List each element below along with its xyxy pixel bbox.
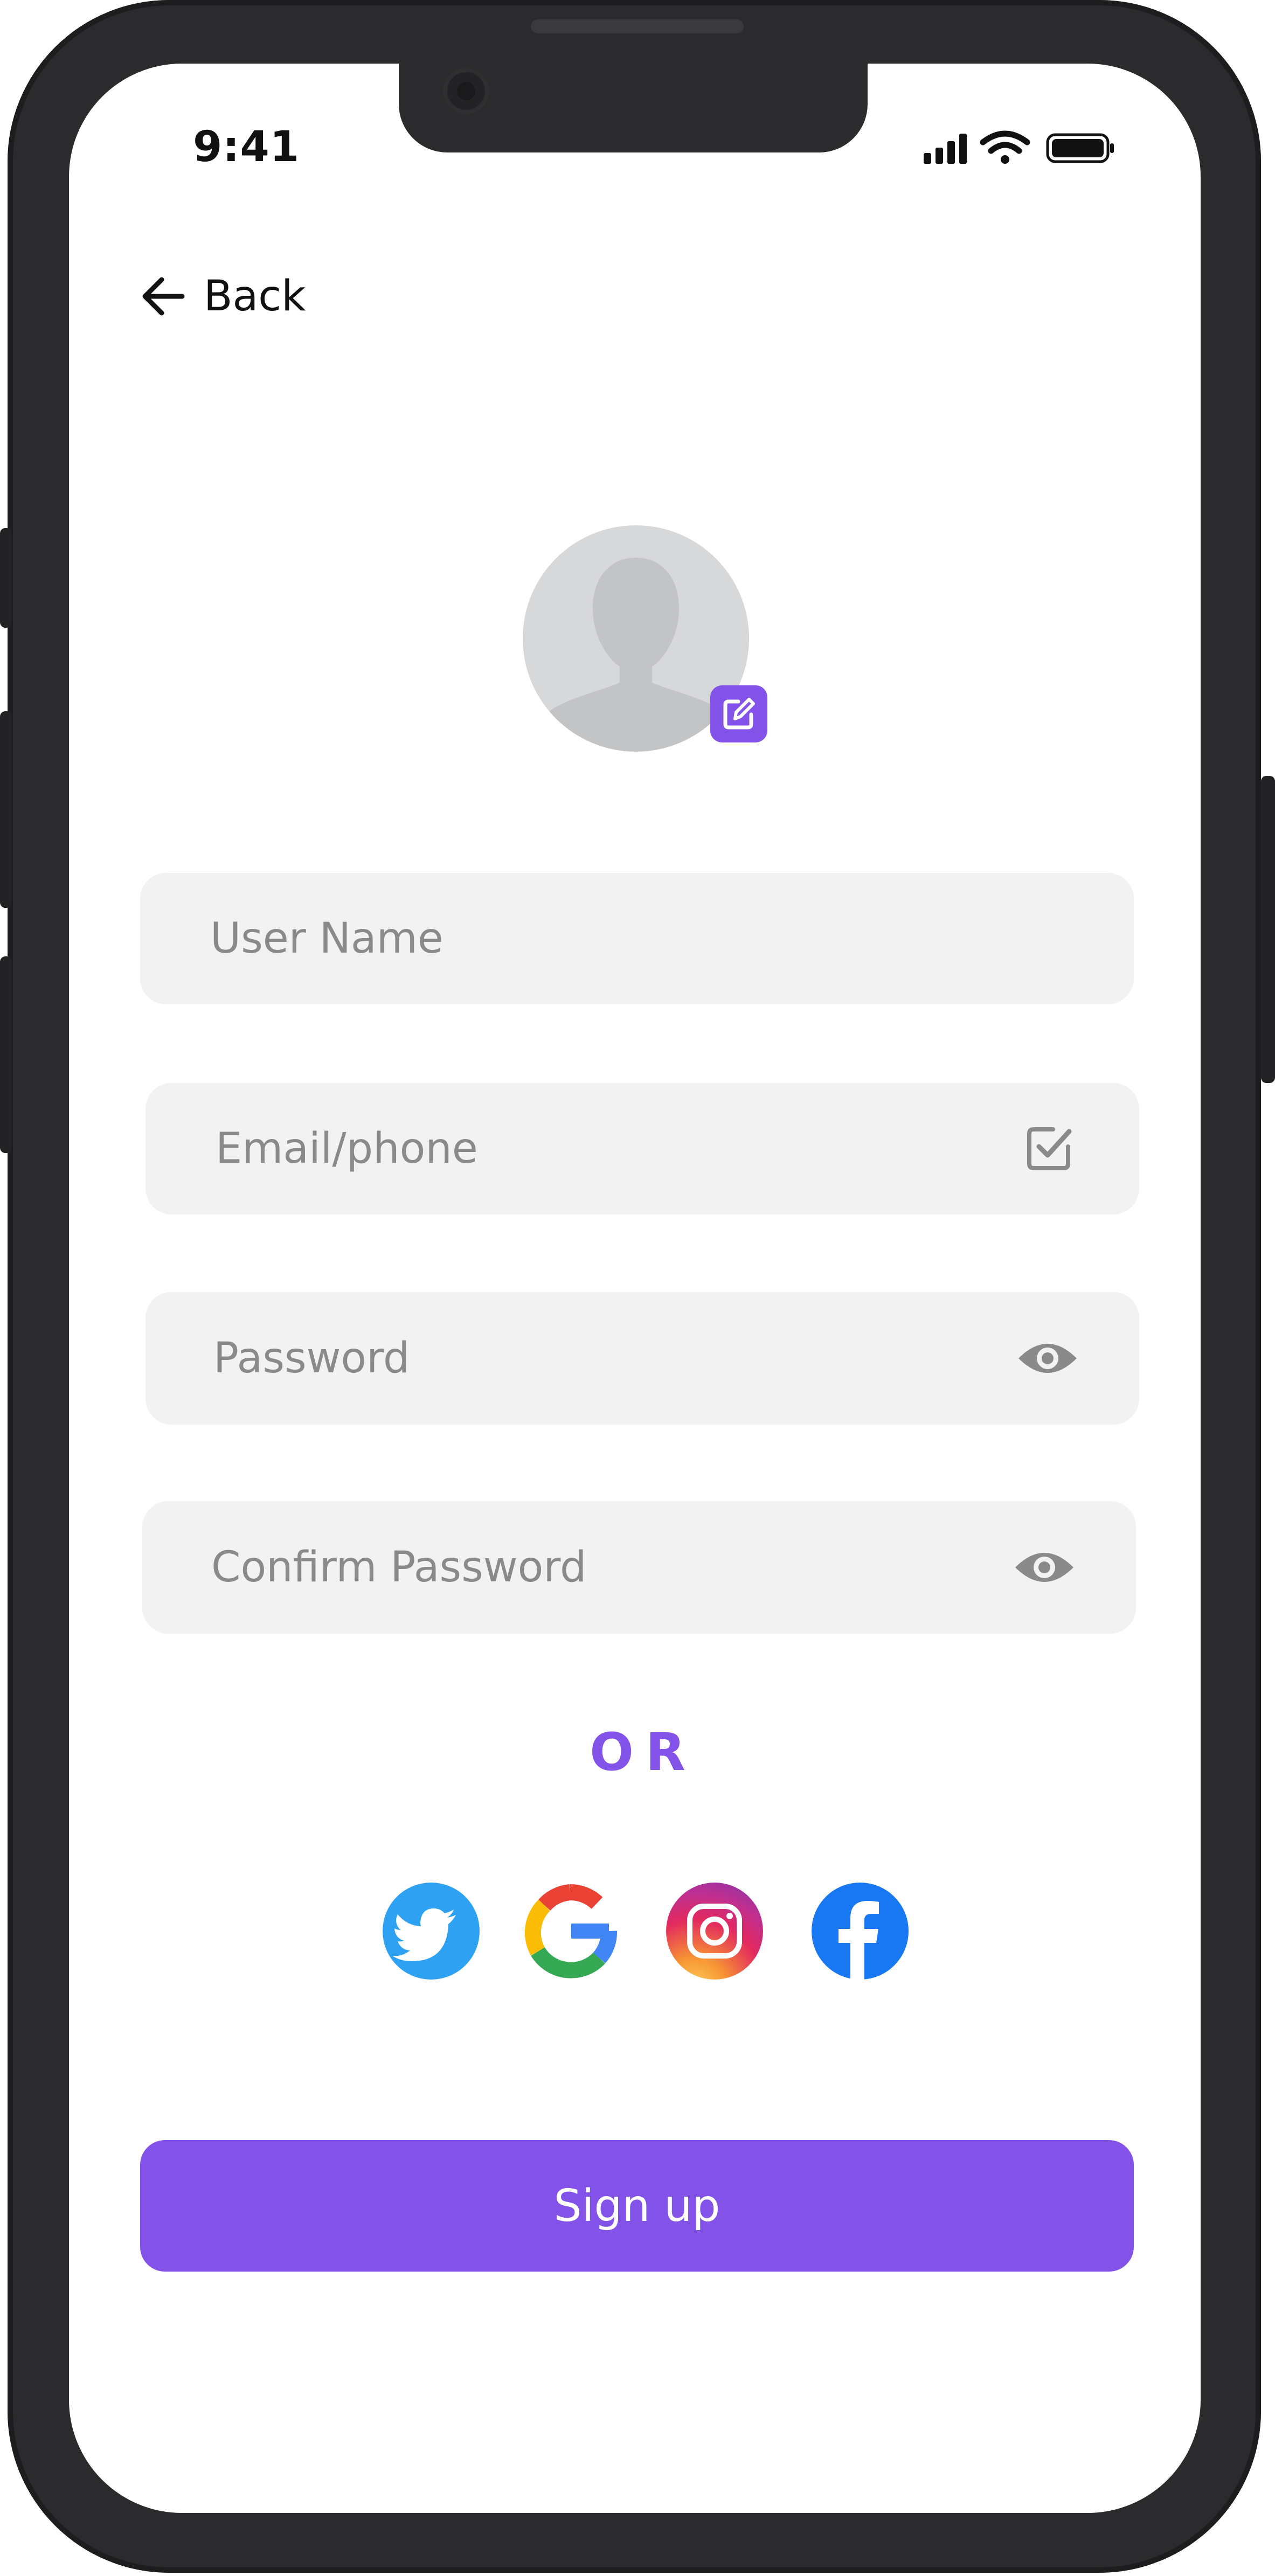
edit-avatar-button[interactable] [710,685,767,742]
status-time: 9:41 [193,123,300,171]
confirm-password-field[interactable]: Confirm Password [142,1501,1136,1634]
username-placeholder: User Name [210,914,444,963]
edit-icon [723,698,755,730]
facebook-f-glyph [839,1901,879,1980]
checkbox-icon[interactable] [1023,1123,1075,1175]
status-icons [924,130,1114,164]
facebook-icon[interactable] [812,1883,909,1980]
camera-lens [457,82,475,100]
volume-down-button [0,956,12,1153]
mute-switch [0,528,12,628]
password-placeholder: Password [213,1334,410,1383]
arrow-left-icon [142,277,185,316]
battery-icon [1046,133,1114,163]
or-divider: OR [590,1722,697,1782]
sign-up-label: Sign up [553,2180,720,2232]
twitter-bird-glyph [392,1908,456,1961]
wifi-icon [980,130,1030,164]
back-button[interactable]: Back [139,267,306,326]
volume-up-button [0,711,12,908]
instagram-icon[interactable] [666,1883,763,1980]
twitter-icon[interactable] [383,1883,480,1980]
eye-icon[interactable] [1015,1337,1080,1380]
speaker-grille [531,19,744,33]
password-field[interactable]: Password [145,1292,1139,1425]
confirm-password-placeholder: Confirm Password [211,1543,587,1592]
sign-up-button[interactable]: Sign up [140,2140,1134,2272]
back-label: Back [204,272,306,321]
eye-icon[interactable] [1012,1546,1077,1589]
signal-icon [924,134,967,164]
instagram-camera-glyph [687,1904,742,1959]
email-placeholder: Email/phone [216,1124,478,1173]
power-button [1261,776,1275,1083]
email-field[interactable]: Email/phone [145,1083,1139,1214]
google-icon[interactable] [522,1883,619,1980]
username-field[interactable]: User Name [140,873,1134,1004]
google-g-glyph [524,1884,618,1978]
